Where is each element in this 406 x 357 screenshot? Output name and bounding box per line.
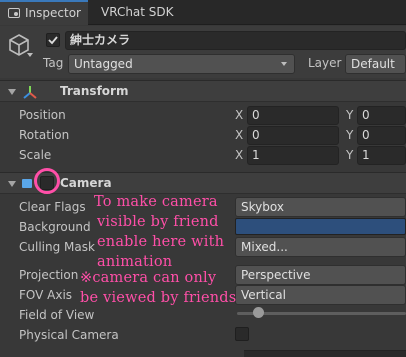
- physical-camera-label: Physical Camera: [19, 328, 119, 342]
- checkmark-icon: [48, 36, 58, 45]
- position-y-axis: Y: [346, 108, 354, 122]
- foldout-arrow-icon: [8, 181, 16, 187]
- scale-y-axis: Y: [346, 148, 354, 162]
- foldout-arrow-icon: [8, 89, 16, 95]
- field-of-view-slider-thumb[interactable]: [253, 307, 265, 318]
- position-x-field[interactable]: 0: [247, 106, 339, 125]
- tag-label: Tag: [43, 56, 64, 70]
- camera-title: Camera: [60, 176, 112, 190]
- highlight-circle: [34, 168, 60, 194]
- gameobject-header: 紳士カメラ Tag Untagged Layer Default: [0, 26, 406, 78]
- tab-vrchat-sdk[interactable]: VRChat SDK: [101, 0, 191, 25]
- tag-dropdown-value: Untagged: [74, 57, 133, 71]
- background-label: Background: [19, 220, 91, 234]
- transform-header[interactable]: Transform: [0, 80, 406, 102]
- scale-x-field[interactable]: 1: [247, 146, 339, 165]
- rotation-y-axis: Y: [346, 128, 354, 142]
- camera-header[interactable]: Camera: [0, 172, 406, 194]
- annotation-line: enable here with: [97, 234, 225, 250]
- camera-component-icon: [22, 179, 32, 188]
- physical-camera-checkbox[interactable]: [235, 327, 249, 341]
- field-of-view-label: Field of View: [19, 308, 95, 322]
- transform-axes-icon: [23, 86, 37, 99]
- rotation-x-field[interactable]: 0: [247, 126, 339, 145]
- object-name-field[interactable]: 紳士カメラ: [65, 31, 406, 50]
- layer-dropdown-value: Default: [351, 57, 395, 71]
- tab-vrchat-sdk-label: VRChat SDK: [101, 5, 174, 19]
- rotation-y-field[interactable]: 0: [357, 126, 406, 145]
- tag-dropdown[interactable]: Untagged: [68, 54, 295, 74]
- tab-inspector-label: Inspector: [25, 6, 81, 20]
- rotation-x-axis: X: [235, 128, 244, 142]
- bottom-bar: [244, 350, 406, 357]
- position-label: Position: [19, 108, 66, 122]
- annotation-note: ※camera can only be viewed by friends: [80, 268, 236, 308]
- projection-value: Perspective: [241, 268, 311, 282]
- tab-bar: Inspector VRChat SDK: [0, 0, 406, 25]
- clear-flags-value: Skybox: [241, 200, 284, 214]
- scale-x-axis: X: [235, 148, 244, 162]
- layer-label: Layer: [308, 56, 342, 70]
- clear-flags-label: Clear Flags: [19, 200, 86, 214]
- position-x-axis: X: [235, 108, 244, 122]
- clear-flags-dropdown[interactable]: Skybox: [235, 197, 406, 217]
- scale-y-field[interactable]: 1: [357, 146, 406, 165]
- annotation-line: be viewed by friends: [80, 290, 237, 306]
- annotation-text: To make camera visible by friend enable …: [94, 192, 224, 272]
- projection-dropdown[interactable]: Perspective: [235, 265, 406, 285]
- chevron-down-icon: [281, 62, 287, 66]
- fov-axis-dropdown[interactable]: Vertical: [235, 285, 406, 305]
- culling-mask-dropdown[interactable]: Mixed...: [235, 237, 406, 257]
- culling-mask-label: Culling Mask: [19, 240, 95, 254]
- transform-title: Transform: [60, 84, 129, 98]
- culling-mask-value: Mixed...: [241, 240, 288, 254]
- annotation-line: To make camera: [94, 194, 218, 210]
- scale-label: Scale: [19, 148, 52, 162]
- background-color-swatch[interactable]: [235, 218, 406, 235]
- layer-dropdown[interactable]: Default: [345, 54, 406, 74]
- projection-label: Projection: [19, 268, 79, 282]
- annotation-line: visible by friend: [97, 214, 219, 230]
- fov-axis-label: FOV Axis: [19, 288, 73, 302]
- fov-axis-value: Vertical: [241, 288, 286, 302]
- tab-inspector[interactable]: Inspector: [0, 0, 88, 25]
- position-y-field[interactable]: 0: [357, 106, 406, 125]
- icon-dropdown-arrow[interactable]: [27, 53, 33, 57]
- rotation-label: Rotation: [19, 128, 70, 142]
- inspector-icon-dot: [14, 12, 18, 16]
- active-checkbox[interactable]: [46, 33, 60, 47]
- annotation-line: ※camera can only: [80, 270, 217, 286]
